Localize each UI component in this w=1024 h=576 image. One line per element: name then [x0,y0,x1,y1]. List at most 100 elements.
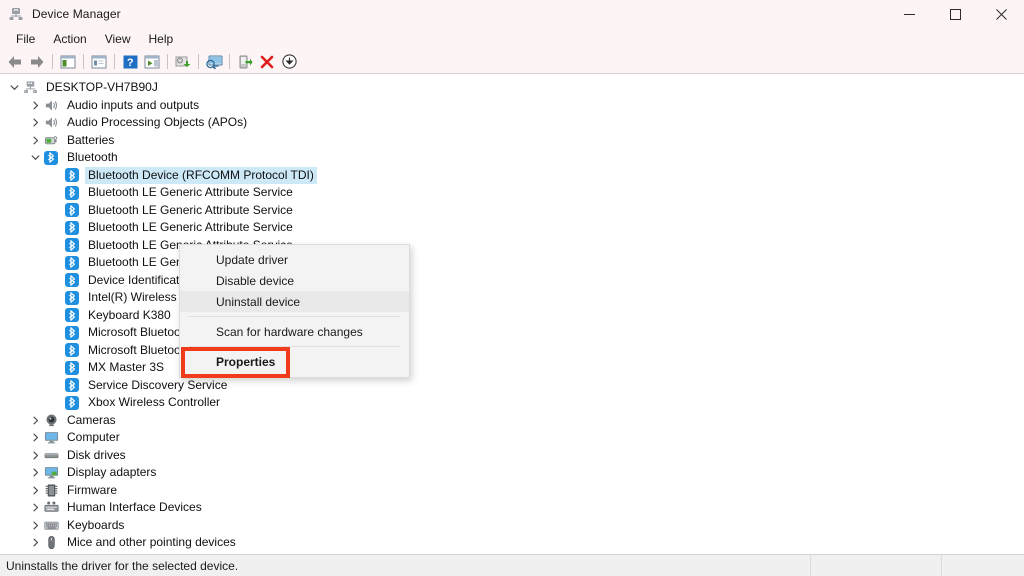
chevron-right-icon[interactable] [27,534,43,551]
firmware-chip-icon [43,482,59,498]
menu-action[interactable]: Action [44,30,95,48]
chevron-down-icon[interactable] [6,79,22,96]
chevron-right-icon[interactable] [27,482,43,499]
tree-row[interactable]: Xbox Wireless Controller [0,394,1024,412]
chevron-down-icon[interactable] [27,149,43,166]
tree-row[interactable]: Intel(R) Wireless Bluetooth(R) [0,289,1024,307]
back-icon[interactable] [4,51,26,73]
twisty-empty [48,307,64,324]
bluetooth-icon [64,307,80,323]
forward-icon[interactable] [26,51,48,73]
bluetooth-icon [64,342,80,358]
tree-row[interactable]: Bluetooth LE Generic Attribute Service [0,219,1024,237]
tree-row-label: Xbox Wireless Controller [88,395,221,410]
tree-row[interactable]: Cameras [0,412,1024,430]
status-message: Uninstalls the driver for the selected d… [6,558,239,573]
chevron-right-icon[interactable] [27,464,43,481]
tree-row-label: Bluetooth Device (RFCOMM Protocol TDI) [85,166,317,184]
bluetooth-icon [64,185,80,201]
twisty-empty [48,272,64,289]
tree-row[interactable]: Bluetooth Device (RFCOMM Protocol TDI) [0,166,1024,185]
window-controls [886,0,1024,28]
uninstall-device-icon[interactable] [256,51,278,73]
twisty-empty [48,237,64,254]
tree-row[interactable]: Batteries [0,132,1024,150]
show-hide-action-pane-icon[interactable] [141,51,163,73]
properties-icon[interactable] [88,51,110,73]
tree-row[interactable]: Audio Processing Objects (APOs) [0,114,1024,132]
chevron-right-icon[interactable] [27,429,43,446]
twisty-empty [48,377,64,394]
tree-row-label: Keyboards [67,517,125,532]
tree-row[interactable]: Mice and other pointing devices [0,534,1024,552]
chevron-right-icon[interactable] [27,412,43,429]
tree-row[interactable]: Device Identification Service [0,272,1024,290]
tree-row[interactable]: Keyboard K380 [0,307,1024,325]
tree-row[interactable]: Human Interface Devices [0,499,1024,517]
toolbar-separator [83,54,84,69]
properties-highlight-box [181,347,290,378]
tree-row[interactable]: Service Discovery Service [0,377,1024,395]
twisty-empty [48,324,64,341]
tree-row[interactable]: Display adapters [0,464,1024,482]
enable-device-icon[interactable] [234,51,256,73]
context-menu-item-disable-device[interactable]: Disable device [180,270,409,291]
tree-row[interactable]: Microsoft Bluetooth LE Enumerator [0,342,1024,360]
close-button[interactable] [978,0,1024,28]
chevron-right-icon[interactable] [27,114,43,131]
battery-icon [43,132,59,148]
keyboard-icon [43,517,59,533]
tree-row[interactable]: DESKTOP-VH7B90J [0,79,1024,97]
disable-device-icon[interactable] [278,51,300,73]
help-icon[interactable]: ? [119,51,141,73]
device-tree-pane[interactable]: DESKTOP-VH7B90J Audio inputs and outputs A… [0,74,1024,555]
toolbar-separator [52,54,53,69]
tree-row-label: Computer [67,430,120,445]
tree-row-label: Cameras [67,412,116,427]
tree-row[interactable]: Bluetooth LE Generic Attribute Service [0,184,1024,202]
bluetooth-icon [64,202,80,218]
toolbar: ? [0,50,1024,74]
menu-help[interactable]: Help [140,30,183,48]
twisty-empty [48,202,64,219]
tree-row[interactable]: Bluetooth [0,149,1024,167]
tree-row[interactable]: Bluetooth LE Generic Attribute Service [0,202,1024,220]
tree-row[interactable]: MX Master 3S [0,359,1024,377]
menu-file[interactable]: File [7,30,44,48]
tree-row[interactable]: Audio inputs and outputs [0,97,1024,115]
monitor-icon [43,430,59,446]
tree-row-label: Bluetooth LE Generic Attribute Service [88,202,293,217]
bluetooth-icon [64,167,80,183]
tree-row[interactable]: Bluetooth LE Generic Attribute Service [0,237,1024,255]
tree-row-label: Bluetooth LE Generic Attribute Service [88,220,293,235]
tree-row[interactable]: Disk drives [0,447,1024,465]
scan-for-hardware-changes-icon[interactable] [203,51,225,73]
chevron-right-icon[interactable] [27,447,43,464]
chevron-right-icon[interactable] [27,517,43,534]
minimize-button[interactable] [886,0,932,28]
context-menu-item-uninstall-device[interactable]: Uninstall device [180,291,409,312]
update-driver-icon[interactable] [172,51,194,73]
chevron-right-icon[interactable] [27,499,43,516]
context-menu-item-update-driver[interactable]: Update driver [180,249,409,270]
display-adapter-icon [43,465,59,481]
computer-icon [22,80,38,96]
tree-row[interactable]: Computer [0,429,1024,447]
tree-row[interactable]: Keyboards [0,517,1024,535]
twisty-empty [48,394,64,411]
toolbar-separator [229,54,230,69]
tree-row[interactable]: Bluetooth LE Generic Attribute Service [0,254,1024,272]
context-menu-item-scan-for-hardware-changes[interactable]: Scan for hardware changes [180,321,409,342]
show-hide-console-tree-icon[interactable] [57,51,79,73]
chevron-right-icon[interactable] [27,132,43,149]
menu-view[interactable]: View [96,30,140,48]
tree-row[interactable]: Firmware [0,482,1024,500]
bluetooth-icon [64,220,80,236]
context-menu-separator [189,316,400,317]
chevron-right-icon[interactable] [27,97,43,114]
toolbar-separator [114,54,115,69]
maximize-button[interactable] [932,0,978,28]
tree-row[interactable]: Microsoft Bluetooth Enumerator [0,324,1024,342]
tree-row-label: Firmware [67,482,117,497]
twisty-empty [48,342,64,359]
